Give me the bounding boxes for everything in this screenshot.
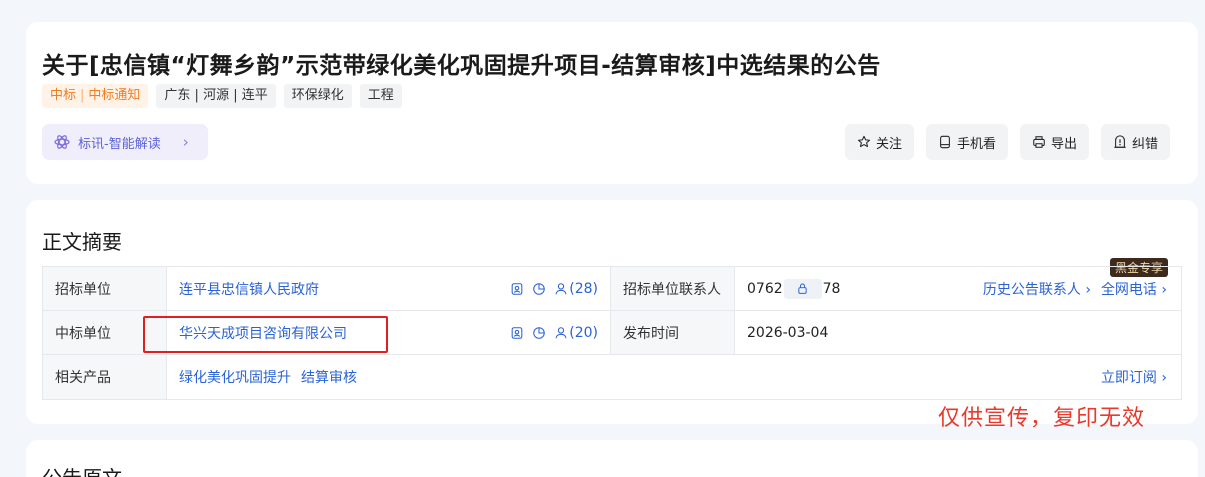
tag-separator: | [80,88,85,103]
publish-label: 发布时间 [611,311,735,354]
correct-label: 纠错 [1131,136,1158,152]
report-icon [1114,135,1126,148]
product-label: 相关产品 [43,355,167,399]
ai-interpret-button[interactable]: 标讯-智能解读 › [42,124,208,160]
product-cell: 绿化美化巩固提升 结算审核 立即订阅 › [167,355,1181,399]
export-label: 导出 [1050,136,1077,152]
network-phone-link[interactable]: 全网电话 › [1101,279,1167,299]
tag-category: 环保绿化 [283,84,352,108]
buyer-cell: 连平县忠信镇人民政府 (28) [167,267,611,310]
winner-cell: 华兴天成项目咨询有限公司 (20) [167,311,611,354]
phone-icon [940,135,950,149]
pie-chart-icon[interactable] [532,326,546,340]
lock-icon [798,283,807,294]
tag-result-type: 中标 | 中标通知 [42,84,149,108]
buyer-contact-count: (28) [569,280,598,297]
header-card: 关于[忠信镇“灯舞乡韵”示范带绿化美化巩固提升项目-结算审核]中选结果的公告 中… [26,22,1198,184]
person-icon [555,282,567,294]
location-icon[interactable] [510,326,524,340]
tag-result-type-b: 中标通知 [88,88,141,103]
subscribe-wrap: 立即订阅 › [1101,367,1167,387]
table-row: 招标单位 连平县忠信镇人民政府 (28) 招标单位联系人 0762 78 历史公… [43,267,1181,311]
person-icon [555,326,567,338]
page-title: 关于[忠信镇“灯舞乡韵”示范带绿化美化巩固提升项目-结算审核]中选结果的公告 [42,53,881,79]
mobile-view-label: 手机看 [956,136,996,152]
star-icon [857,135,870,148]
watermark-text: 仅供宣传，复印无效 [938,406,1146,431]
printer-icon [1033,136,1045,148]
tag-region: 广东 | 河源 | 连平 [156,84,276,108]
chevron-right-icon: › [182,133,189,151]
buyer-label: 招标单位 [43,267,167,310]
winner-link[interactable]: 华兴天成项目咨询有限公司 [179,323,347,343]
buyer-link[interactable]: 连平县忠信镇人民政府 [179,279,319,299]
follow-button[interactable]: 关注 [844,124,914,160]
contact-cell: 0762 78 历史公告联系人 › 全网电话 › [735,267,1181,310]
winner-icons: (20) [510,325,598,341]
table-row: 中标单位 华兴天成项目咨询有限公司 (20) 发布时间 2026-03-04 [43,311,1181,355]
location-icon[interactable] [510,282,524,296]
tag-list: 中标 | 中标通知 广东 | 河源 | 连平 环保绿化 工程 [42,84,402,108]
contact-prefix: 0762 [747,280,783,297]
tag-kind: 工程 [359,84,402,108]
buyer-contacts[interactable]: (28) [554,281,598,297]
summary-card: 正文摘要 黑金专享 招标单位 连平县忠信镇人民政府 (28) 招标单位联系人 0… [26,200,1198,424]
summary-table: 招标单位 连平县忠信镇人民政府 (28) 招标单位联系人 0762 78 历史公… [42,266,1182,400]
history-contacts-link[interactable]: 历史公告联系人 › [983,279,1091,299]
winner-contacts[interactable]: (20) [554,325,598,341]
winner-contact-count: (20) [569,324,598,341]
action-bar: 关注 手机看 导出 纠错 [844,124,1170,160]
winner-label: 中标单位 [43,311,167,354]
summary-title: 正文摘要 [42,230,122,254]
export-button[interactable]: 导出 [1019,124,1089,160]
follow-label: 关注 [875,136,902,152]
table-row: 相关产品 绿化美化巩固提升 结算审核 立即订阅 › [43,355,1181,399]
pie-chart-icon[interactable] [532,282,546,296]
contact-suffix: 78 [822,280,841,297]
mobile-view-button[interactable]: 手机看 [925,124,1008,160]
subscribe-link[interactable]: 立即订阅 › [1101,367,1167,387]
publish-date: 2026-03-04 [747,324,829,341]
ai-interpret-label: 标讯-智能解读 [78,136,161,152]
product-link-a[interactable]: 绿化美化巩固提升 [179,367,291,387]
original-title: 公告原文 [42,462,122,477]
buyer-icons: (28) [510,281,598,297]
product-link-b[interactable]: 结算审核 [301,367,357,387]
correct-button[interactable]: 纠错 [1100,124,1170,160]
contact-links: 历史公告联系人 › 全网电话 › [983,279,1167,299]
original-card: 公告原文 [26,440,1198,477]
atom-icon [54,135,70,149]
contact-masked[interactable] [783,278,822,299]
contact-label: 招标单位联系人 [611,267,735,310]
tag-result-type-a: 中标 [50,88,77,103]
